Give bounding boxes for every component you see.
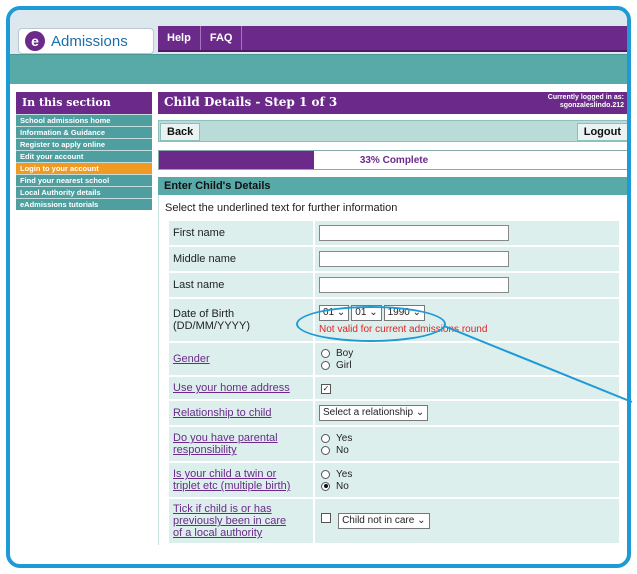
callout-arrow	[443, 325, 633, 403]
